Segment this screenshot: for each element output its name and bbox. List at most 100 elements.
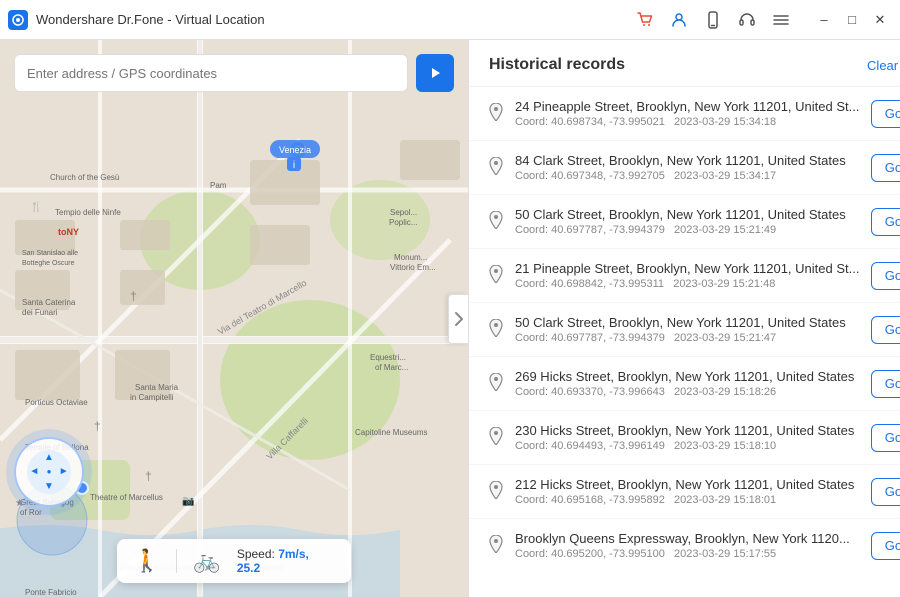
clear-all-button[interactable]: Clear All	[867, 58, 900, 73]
svg-text:Church of the Gesù: Church of the Gesù	[50, 173, 119, 182]
record-meta: Coord: 40.695168, -73.995892 2023-03-29 …	[515, 494, 859, 506]
pin-icon	[489, 427, 503, 450]
record-item: 50 Clark Street, Brooklyn, New York 1120…	[469, 303, 900, 357]
record-info: Brooklyn Queens Expressway, Brooklyn, Ne…	[515, 531, 859, 560]
record-meta: Coord: 40.698734, -73.995021 2023-03-29 …	[515, 116, 859, 128]
pin-icon	[489, 211, 503, 234]
search-input[interactable]	[14, 54, 408, 92]
record-meta: Coord: 40.694493, -73.996149 2023-03-29 …	[515, 440, 859, 452]
title-bar-left: Wondershare Dr.Fone - Virtual Location	[8, 10, 265, 30]
svg-text:†: †	[130, 289, 137, 303]
title-bar: Wondershare Dr.Fone - Virtual Location –…	[0, 0, 900, 40]
svg-text:†: †	[94, 419, 101, 433]
record-address: 230 Hicks Street, Brooklyn, New York 112…	[515, 423, 859, 438]
record-item: Brooklyn Queens Expressway, Brooklyn, Ne…	[469, 519, 900, 572]
record-meta: Coord: 40.695200, -73.995100 2023-03-29 …	[515, 548, 859, 560]
svg-text:Poplic...: Poplic...	[389, 218, 417, 227]
record-item: 21 Pineapple Street, Brooklyn, New York …	[469, 249, 900, 303]
record-item: 24 Pineapple Street, Brooklyn, New York …	[469, 87, 900, 141]
svg-text:in Campitelli: in Campitelli	[130, 393, 174, 402]
map-area[interactable]: Via del Teatro di Marcello Villa Caffare…	[0, 40, 468, 597]
menu-icon[interactable]	[770, 9, 792, 31]
svg-text:🍴: 🍴	[30, 200, 42, 213]
speed-label: Speed: 7m/s, 25.2	[237, 547, 335, 575]
record-info: 50 Clark Street, Brooklyn, New York 1120…	[515, 315, 859, 344]
go-button[interactable]: Go	[871, 262, 900, 290]
pin-icon	[489, 319, 503, 342]
record-meta: Coord: 40.698842, -73.995311 2023-03-29 …	[515, 278, 859, 290]
record-info: 84 Clark Street, Brooklyn, New York 1120…	[515, 153, 859, 182]
svg-text:Botteghe Oscure: Botteghe Oscure	[22, 260, 75, 267]
close-button[interactable]: ✕	[868, 8, 892, 32]
svg-text:San Stanislao alle: San Stanislao alle	[22, 250, 78, 257]
svg-text:Santa Maria: Santa Maria	[135, 383, 179, 392]
svg-text:of Ror: of Ror	[20, 508, 42, 517]
speed-indicator: 🚶 🚲 Speed: 7m/s, 25.2	[117, 539, 351, 583]
go-button[interactable]: Go	[871, 316, 900, 344]
record-item: 269 Hicks Street, Brooklyn, New York 112…	[469, 357, 900, 411]
record-meta: Coord: 40.697348, -73.992705 2023-03-29 …	[515, 170, 859, 182]
svg-text:Santa Caterina: Santa Caterina	[22, 298, 76, 307]
go-button[interactable]: Go	[871, 100, 900, 128]
window-controls: – □ ✕	[812, 8, 892, 32]
svg-text:📷: 📷	[182, 496, 194, 507]
pin-icon	[489, 157, 503, 180]
record-item: 230 Hicks Street, Brooklyn, New York 112…	[469, 411, 900, 465]
record-info: 269 Hicks Street, Brooklyn, New York 112…	[515, 369, 859, 398]
map-background: Via del Teatro di Marcello Villa Caffare…	[0, 40, 468, 597]
compass-down[interactable]: ▼	[44, 481, 54, 492]
compass-up[interactable]: ▲	[44, 452, 54, 463]
svg-text:Pam: Pam	[210, 181, 227, 190]
record-info: 230 Hicks Street, Brooklyn, New York 112…	[515, 423, 859, 452]
svg-text:Ponte Fabricio: Ponte Fabricio	[25, 588, 77, 597]
panel-title: Historical records	[489, 56, 625, 74]
compass-left[interactable]: ◄	[29, 466, 39, 477]
panel-header: Historical records Clear All	[469, 40, 900, 87]
pin-icon	[489, 481, 503, 504]
record-info: 50 Clark Street, Brooklyn, New York 1120…	[515, 207, 859, 236]
record-address: 269 Hicks Street, Brooklyn, New York 112…	[515, 369, 859, 384]
go-button[interactable]: Go	[871, 478, 900, 506]
record-item: 50 Clark Street, Brooklyn, New York 1120…	[469, 195, 900, 249]
record-item: 84 Clark Street, Brooklyn, New York 1120…	[469, 141, 900, 195]
speed-divider	[176, 549, 177, 573]
svg-text:Sepol...: Sepol...	[390, 208, 417, 217]
svg-text:Monum...: Monum...	[394, 253, 427, 262]
go-button[interactable]: Go	[871, 208, 900, 236]
go-button[interactable]: Go	[871, 532, 900, 560]
record-meta: Coord: 40.697787, -73.994379 2023-03-29 …	[515, 332, 859, 344]
search-button[interactable]	[416, 54, 454, 92]
svg-text:Porticus Octaviae: Porticus Octaviae	[25, 398, 88, 407]
record-info: 24 Pineapple Street, Brooklyn, New York …	[515, 99, 859, 128]
record-info: 212 Hicks Street, Brooklyn, New York 112…	[515, 477, 859, 506]
nav-compass[interactable]: ▲ ◄ ● ► ▼	[14, 437, 84, 507]
title-bar-right: – □ ✕	[634, 8, 892, 32]
cart-icon[interactable]	[634, 9, 656, 31]
pin-icon	[489, 373, 503, 396]
compass-right[interactable]: ►	[59, 466, 69, 477]
minimize-button[interactable]: –	[812, 8, 836, 32]
app-icon	[8, 10, 28, 30]
go-button[interactable]: Go	[871, 370, 900, 398]
bike-icon: 🚲	[193, 548, 220, 574]
svg-text:Venezia: Venezia	[279, 145, 311, 155]
user-icon[interactable]	[668, 9, 690, 31]
pin-icon	[489, 103, 503, 126]
records-list: 24 Pineapple Street, Brooklyn, New York …	[469, 87, 900, 597]
collapse-handle[interactable]	[448, 294, 468, 344]
svg-text:Vittorio Em...: Vittorio Em...	[390, 263, 436, 272]
record-meta: Coord: 40.693370, -73.996643 2023-03-29 …	[515, 386, 859, 398]
go-button[interactable]: Go	[871, 424, 900, 452]
headset-icon[interactable]	[736, 9, 758, 31]
compass-center-dot: ●	[47, 467, 52, 476]
record-item: 212 Hicks Street, Brooklyn, New York 112…	[469, 465, 900, 519]
pin-icon	[489, 535, 503, 558]
go-button[interactable]: Go	[871, 154, 900, 182]
svg-text:of Marc...: of Marc...	[375, 363, 408, 372]
svg-text:Equestri...: Equestri...	[370, 353, 406, 362]
phone-icon[interactable]	[702, 9, 724, 31]
svg-text:†: †	[145, 469, 152, 483]
record-address: 50 Clark Street, Brooklyn, New York 1120…	[515, 315, 859, 330]
maximize-button[interactable]: □	[840, 8, 864, 32]
record-info: 21 Pineapple Street, Brooklyn, New York …	[515, 261, 859, 290]
